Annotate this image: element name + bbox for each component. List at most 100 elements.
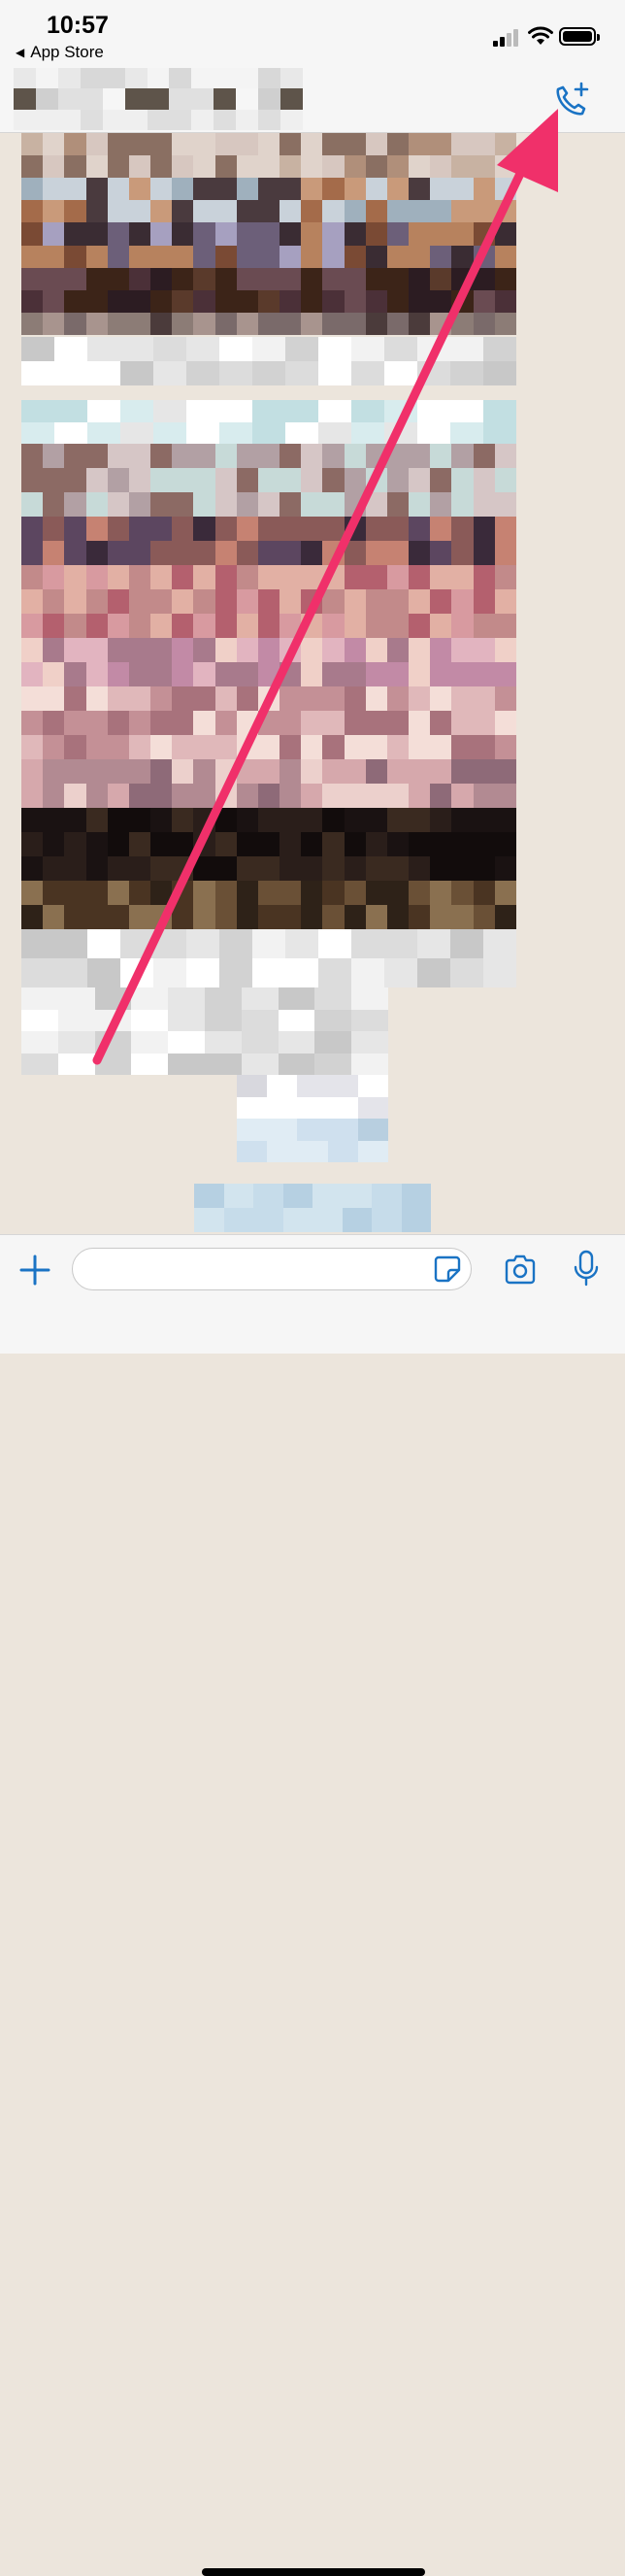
blur-block [322, 614, 345, 638]
blur-block [85, 312, 108, 335]
blur-block [252, 337, 285, 361]
blur-block [85, 905, 108, 929]
blur-block [386, 133, 410, 156]
blur-block [365, 517, 387, 541]
blur-block [54, 421, 87, 444]
blur-block [257, 686, 280, 711]
blur-block [128, 178, 151, 201]
blur-block [451, 312, 474, 335]
blur-block [150, 686, 173, 711]
blur-block [344, 662, 366, 686]
blur-block [386, 881, 410, 905]
blur-block [473, 444, 495, 468]
blur-block [384, 929, 417, 958]
blur-block [107, 222, 129, 246]
blur-block [193, 312, 215, 335]
blur-block [473, 686, 495, 711]
blur-block [258, 68, 281, 89]
blur-block [150, 517, 173, 541]
blur-block [150, 444, 173, 468]
blur-block [473, 589, 495, 614]
blur-block [214, 178, 237, 201]
blur-block [64, 759, 86, 784]
sticker-icon[interactable] [433, 1255, 462, 1284]
blur-block [409, 832, 431, 856]
blur-block [430, 155, 452, 179]
blur-block [193, 589, 215, 614]
blur-block [54, 400, 87, 422]
blur-block [236, 905, 258, 929]
blur-block [150, 832, 173, 856]
blur-block [214, 492, 237, 517]
blur-block [186, 421, 219, 444]
blur-block [64, 267, 86, 290]
blur-block [168, 987, 205, 1010]
blur-block [94, 1009, 132, 1031]
blur-block [409, 468, 431, 492]
blur-block [219, 958, 252, 987]
blur-block [85, 662, 108, 686]
blur-block [214, 808, 237, 832]
blur-block [451, 881, 474, 905]
blur-block [64, 589, 86, 614]
blur-block [430, 468, 452, 492]
blur-block [128, 200, 151, 223]
blur-block [473, 517, 495, 541]
chat-messages-area[interactable] [0, 133, 625, 1233]
plus-icon[interactable] [17, 1253, 52, 1288]
blur-block [494, 662, 516, 686]
blur-block [280, 784, 302, 808]
blur-block [21, 400, 54, 422]
camera-icon[interactable] [503, 1253, 538, 1288]
blur-block [107, 614, 129, 638]
phone-plus-icon[interactable] [549, 80, 594, 122]
blur-block [430, 444, 452, 468]
blur-block [280, 808, 302, 832]
blur-block [153, 400, 186, 422]
blur-block [430, 133, 452, 156]
back-to-app-store[interactable]: ◀ App Store [16, 43, 104, 62]
blur-block [85, 614, 108, 638]
blur-block [451, 808, 474, 832]
chat-image-message-blurred[interactable] [21, 133, 516, 335]
blur-block [193, 662, 215, 686]
blur-block [21, 517, 44, 541]
blur-block [204, 1009, 242, 1031]
contact-avatar-and-name-blurred[interactable] [14, 68, 303, 130]
message-input[interactable] [72, 1248, 472, 1290]
blur-block [64, 662, 86, 686]
chat-image-message-blurred[interactable] [21, 444, 516, 929]
blur-block [409, 881, 431, 905]
blur-block [301, 245, 323, 268]
blur-block [494, 784, 516, 808]
blur-block [322, 565, 345, 589]
blur-block [131, 1053, 169, 1075]
blur-block [150, 808, 173, 832]
blur-block [451, 155, 474, 179]
blur-block [204, 1031, 242, 1054]
blur-block [21, 421, 54, 444]
blur-block [194, 1208, 224, 1232]
blur-block [365, 200, 387, 223]
blur-block [280, 856, 302, 881]
blur-block [236, 759, 258, 784]
blur-block [351, 987, 388, 1010]
blur-block [21, 178, 44, 201]
blur-block [153, 361, 186, 385]
blur-block [430, 784, 452, 808]
blur-block [128, 614, 151, 638]
blur-block [85, 808, 108, 832]
blur-block [365, 881, 387, 905]
blur-block [107, 856, 129, 881]
blur-block [21, 565, 44, 589]
blur-block [257, 662, 280, 686]
blur-block [54, 361, 87, 385]
blur-block [131, 1009, 169, 1031]
blur-block [301, 267, 323, 290]
blur-block [409, 289, 431, 313]
microphone-icon[interactable] [571, 1249, 602, 1288]
blur-block [365, 312, 387, 335]
blur-block [21, 200, 44, 223]
blur-block [57, 109, 81, 130]
blur-block [43, 312, 65, 335]
